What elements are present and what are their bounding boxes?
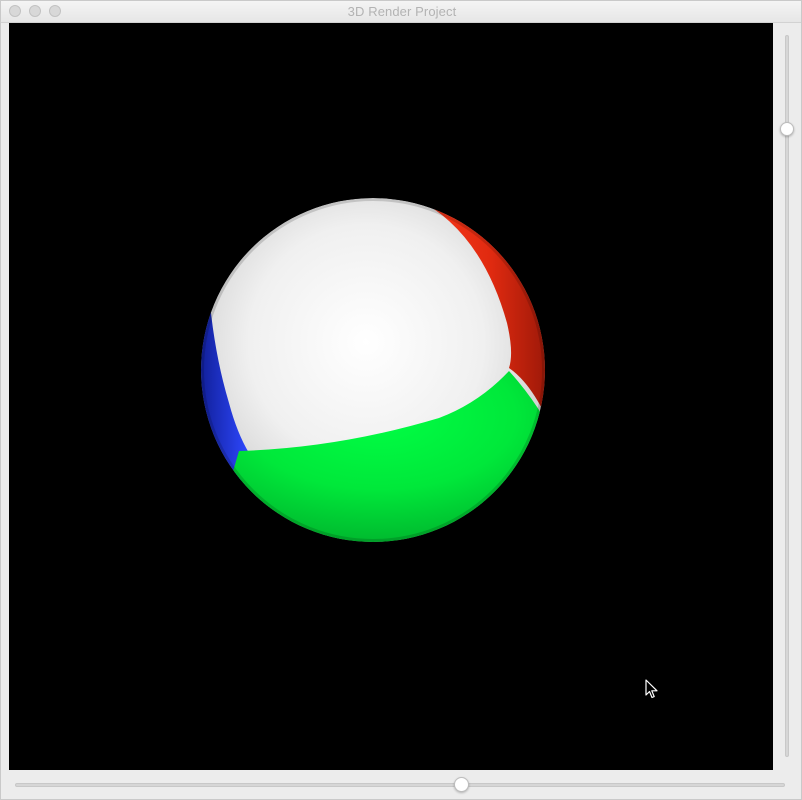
horizontal-slider-track[interactable] bbox=[15, 783, 785, 787]
horizontal-slider-thumb[interactable] bbox=[454, 777, 470, 792]
beach-ball bbox=[201, 198, 545, 542]
title-bar[interactable]: 3D Render Project bbox=[1, 1, 801, 23]
app-window: 3D Render Project bbox=[0, 0, 802, 800]
horizontal-slider[interactable] bbox=[9, 775, 789, 797]
render-viewport bbox=[201, 198, 545, 542]
mouse-pointer-icon bbox=[645, 679, 659, 704]
render-canvas[interactable] bbox=[9, 23, 773, 770]
window-title: 3D Render Project bbox=[347, 4, 457, 19]
vertical-slider-track[interactable] bbox=[785, 35, 789, 757]
vertical-slider-thumb[interactable] bbox=[780, 121, 794, 136]
vertical-slider[interactable] bbox=[777, 23, 799, 770]
